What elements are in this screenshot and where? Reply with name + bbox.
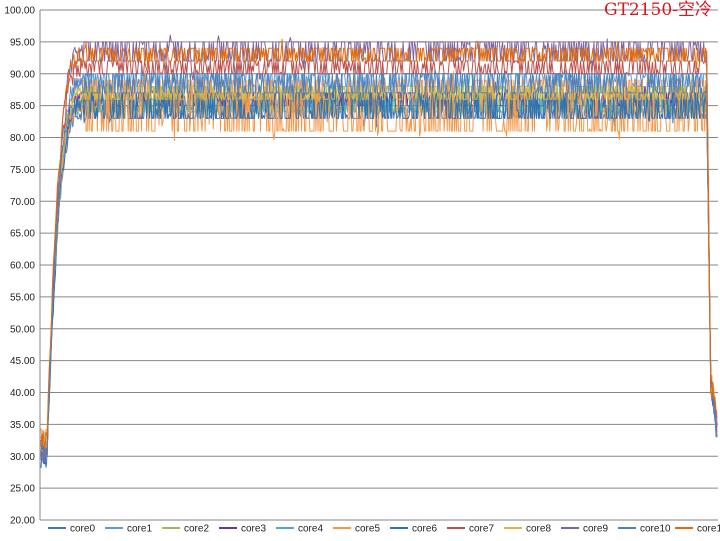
y-tick-label: 90.00 (10, 69, 35, 80)
legend-label-core1: core1 (127, 524, 152, 535)
y-tick-label: 80.00 (10, 133, 35, 144)
legend-label-core2: core2 (184, 524, 209, 535)
legend-label-core10: core10 (640, 524, 671, 535)
y-tick-label: 85.00 (10, 101, 35, 112)
y-tick-label: 25.00 (10, 484, 35, 495)
legend-label-core5: core5 (355, 524, 380, 535)
legend-label-core4: core4 (298, 524, 323, 535)
legend-label-core8: core8 (526, 524, 551, 535)
y-tick-label: 20.00 (10, 516, 35, 527)
legend-label-core0: core0 (70, 524, 95, 535)
y-tick-label: 65.00 (10, 229, 35, 240)
legend-label-core6: core6 (412, 524, 437, 535)
y-tick-label: 30.00 (10, 452, 35, 463)
legend-label-core7: core7 (469, 524, 494, 535)
legend-label-core11: core11 (697, 524, 720, 535)
y-tick-label: 40.00 (10, 388, 35, 399)
y-tick-label: 35.00 (10, 420, 35, 431)
y-tick-label: 95.00 (10, 37, 35, 48)
y-tick-label: 70.00 (10, 197, 35, 208)
temperature-line-chart: 20.00 25.00 30.00 35.00 40.00 45.00 50.00 55.00… (0, 0, 720, 541)
legend-label-core9: core9 (583, 524, 608, 535)
y-tick-label: 100.00 (4, 6, 35, 17)
legend-label-core3: core3 (241, 524, 266, 535)
y-tick-label: 60.00 (10, 261, 35, 272)
y-tick-label: 75.00 (10, 165, 35, 176)
y-tick-label: 45.00 (10, 356, 35, 367)
y-tick-label: 50.00 (10, 324, 35, 335)
y-tick-label: 55.00 (10, 292, 35, 303)
watermark-label: GT2150-空冷 (604, 0, 712, 20)
